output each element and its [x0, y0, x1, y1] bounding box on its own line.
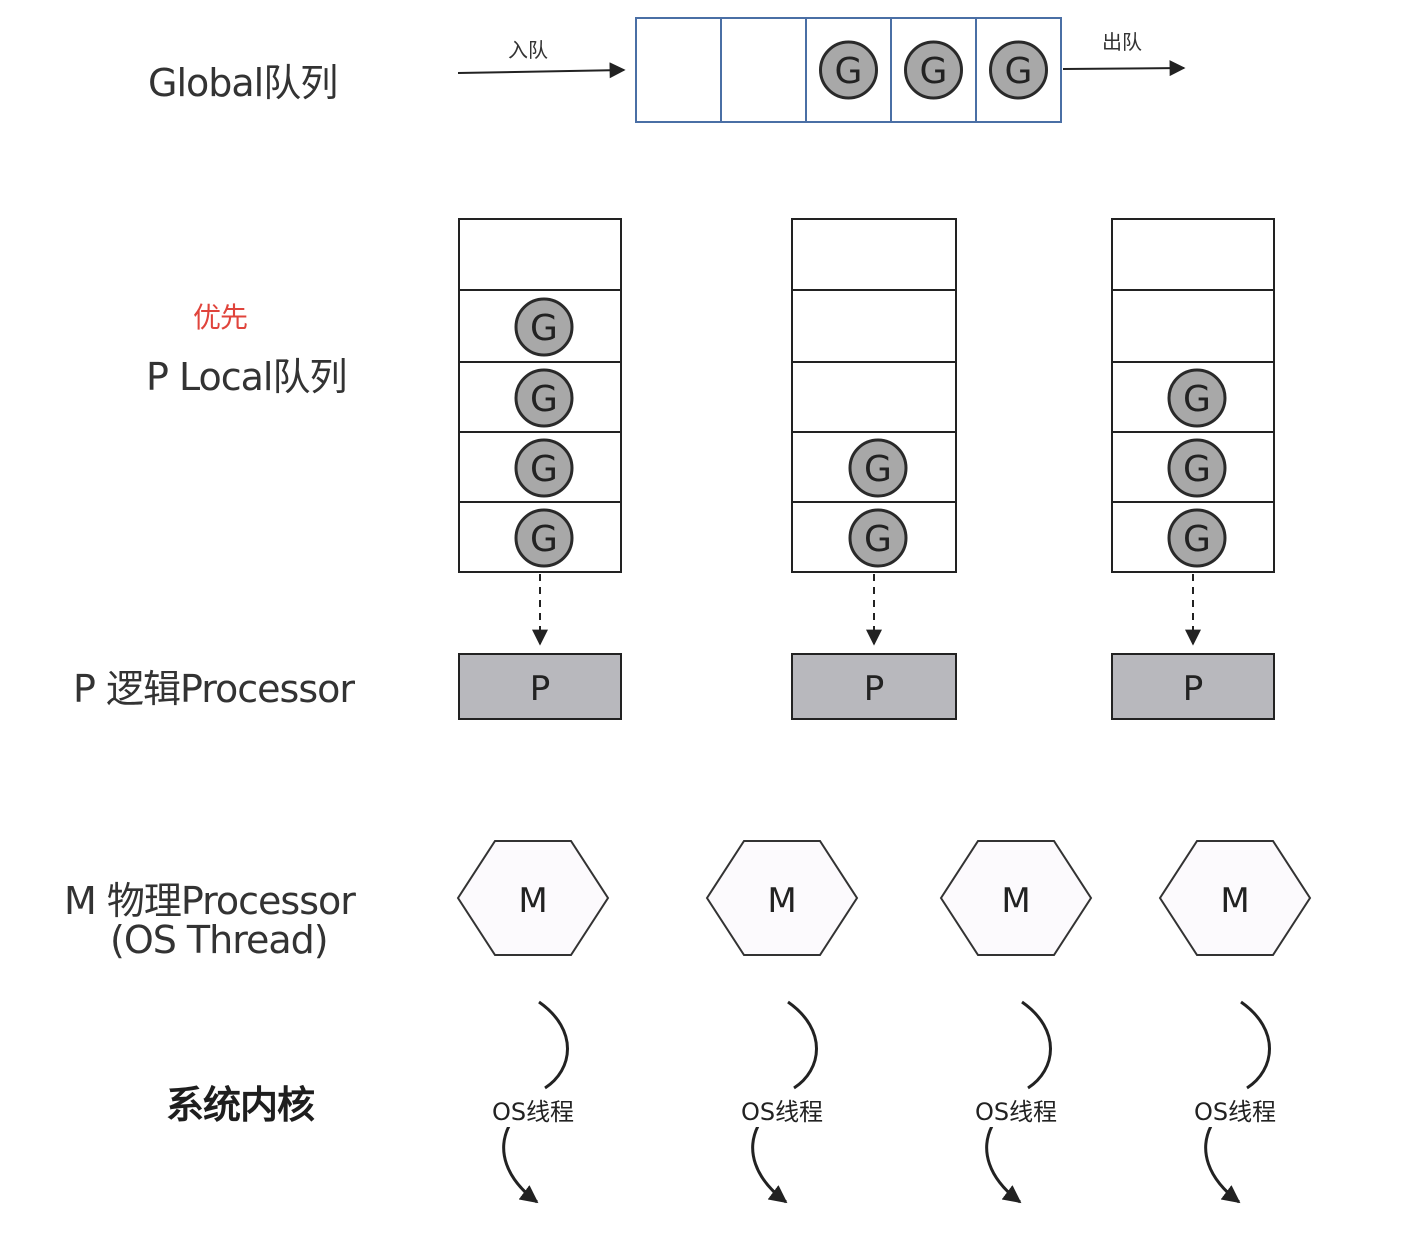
dequeue-label: 出队	[1102, 30, 1142, 54]
local-goroutine: G	[514, 368, 574, 428]
global-goroutine: G	[819, 40, 878, 100]
processor-label: P	[864, 669, 885, 709]
os-thread-curve-upper	[1021, 1000, 1052, 1090]
local-queue-slot	[458, 218, 622, 291]
processor-label: P	[1183, 669, 1204, 709]
local-queue-slot	[1111, 289, 1275, 363]
local-goroutine: G	[514, 297, 574, 357]
os-thread-curve-lower	[985, 1125, 1022, 1204]
goroutine-label: G	[530, 449, 558, 490]
dequeue-arrow	[1062, 60, 1186, 77]
logical-processor-label: P 逻辑Processor	[73, 667, 355, 711]
goroutine-label: G	[530, 519, 558, 560]
os-thread-label: (OS Thread)	[110, 918, 329, 962]
goroutine-label: G	[1183, 379, 1211, 420]
os-thread-curve-lower	[751, 1125, 788, 1204]
global-goroutine: G	[904, 40, 963, 100]
local-goroutine: G	[1167, 508, 1227, 568]
enqueue-arrow	[457, 62, 626, 79]
goroutine-label: G	[530, 379, 558, 420]
processor-label: P	[530, 669, 551, 709]
goroutine-label: G	[1005, 51, 1033, 92]
local-queue-label: P Local队列	[146, 355, 347, 399]
global-queue-label: Global队列	[148, 61, 338, 105]
physical-processor-label: M 物理Processor	[64, 879, 356, 923]
os-thread-curve-upper	[1240, 1000, 1271, 1090]
local-goroutine: G	[848, 438, 908, 498]
os-thread-label: OS线程	[972, 1092, 1060, 1127]
machine-label: M	[1220, 881, 1249, 921]
priority-label: 优先	[193, 301, 248, 334]
machine-label: M	[1001, 881, 1030, 921]
local-queue-slot	[1111, 218, 1275, 291]
local-queue-slot	[791, 361, 957, 433]
gmp-diagram: GGGGGGGPGGPGGGPMMMM Global队列 入队 出队 优先 P …	[0, 0, 1418, 1242]
global-queue-slot	[635, 17, 722, 123]
diagram-canvas: G G GGGGGPGGPGGGPM M M M	[456, 17, 1312, 1204]
goroutine-label: G	[1183, 519, 1211, 560]
local-goroutine: G	[848, 508, 908, 568]
local-goroutine: G	[514, 438, 574, 498]
enqueue-label: 入队	[508, 38, 548, 62]
machine-label: M	[767, 881, 796, 921]
goroutine-label: G	[530, 308, 558, 349]
local-goroutine: G	[1167, 438, 1227, 498]
os-thread-label: OS线程	[1191, 1092, 1279, 1127]
os-thread-label: OS线程	[489, 1092, 577, 1127]
os-thread-curve-upper	[787, 1000, 818, 1090]
os-thread-curve-lower	[1204, 1125, 1241, 1204]
local-goroutine: G	[514, 508, 574, 568]
global-queue-slot	[720, 17, 807, 123]
os-thread-curve-lower	[502, 1125, 539, 1204]
machine-label: M	[518, 881, 547, 921]
goroutine-label: G	[864, 519, 892, 560]
goroutine-label: G	[835, 51, 863, 92]
local-goroutine: G	[1167, 368, 1227, 428]
os-thread-label: OS线程	[738, 1092, 826, 1127]
kernel-label: 系统内核	[166, 1083, 315, 1127]
goroutine-label: G	[864, 449, 892, 490]
os-thread-curve-upper	[538, 1000, 569, 1090]
local-queue-slot	[791, 289, 957, 363]
local-queue-slot	[791, 218, 957, 291]
goroutine-label: G	[920, 51, 948, 92]
global-goroutine: G	[989, 40, 1048, 100]
goroutine-label: G	[1183, 449, 1211, 490]
